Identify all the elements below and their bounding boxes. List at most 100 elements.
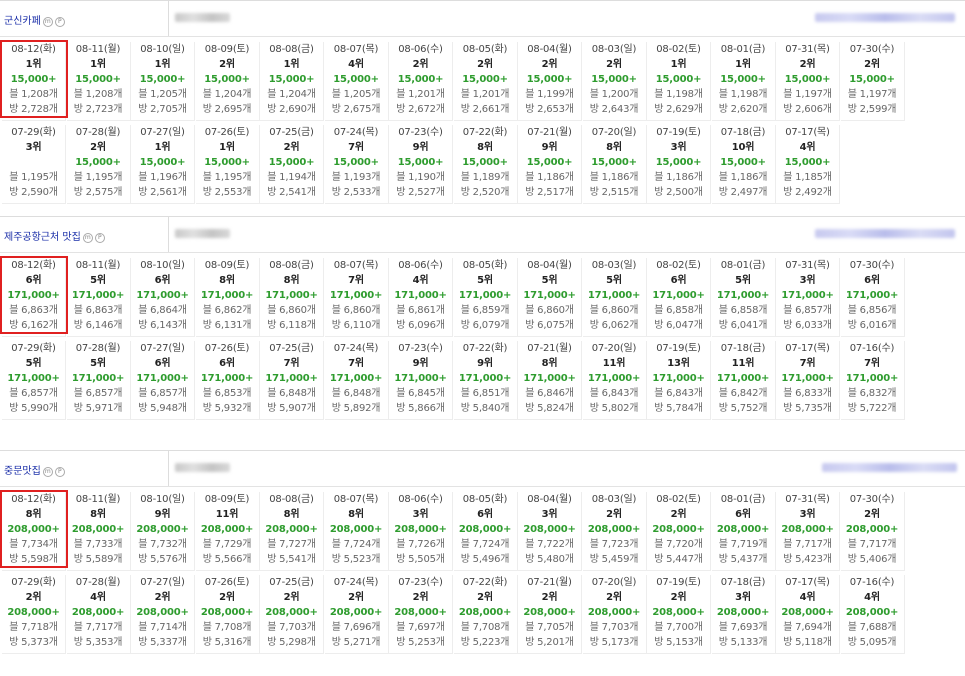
rank-cell[interactable]: 08-11(월) 8위 208,000+ 블 7,733개 방 5,589개 (66, 492, 131, 571)
cell-cafe-count: 방 5,153개 (654, 637, 703, 648)
rank-cell[interactable]: 07-19(토) 3위 15,000+ 블 1,186개 방 2,500개 (647, 125, 711, 204)
rank-cell[interactable]: 08-04(월) 3위 208,000+ 블 7,722개 방 5,480개 (518, 492, 582, 571)
rank-cell[interactable]: 07-22(화) 2위 208,000+ 블 7,708개 방 5,223개 (453, 575, 518, 654)
place-badge-icon[interactable]: P (94, 233, 105, 243)
rank-cell[interactable]: 07-26(토) 2위 208,000+ 블 7,708개 방 5,316개 (195, 575, 260, 654)
rank-cell[interactable]: 08-09(토) 11위 208,000+ 블 7,729개 방 5,566개 (195, 492, 260, 571)
rank-cell[interactable]: 08-12(화) 8위 208,000+ 블 7,734개 방 5,598개 (2, 492, 66, 571)
rank-cell[interactable]: 07-24(목) 7위 15,000+ 블 1,193개 방 2,533개 (324, 125, 389, 204)
rank-cell[interactable]: 08-01(금) 1위 15,000+ 블 1,198개 방 2,620개 (711, 42, 776, 121)
rank-cell[interactable]: 08-06(수) 4위 171,000+ 블 6,861개 방 6,096개 (389, 258, 453, 337)
place-badge-icon[interactable]: P (54, 17, 65, 27)
rank-cell[interactable]: 08-07(목) 7위 171,000+ 블 6,860개 방 6,110개 (324, 258, 389, 337)
rank-cell[interactable]: 08-03(일) 2위 15,000+ 블 1,200개 방 2,643개 (582, 42, 647, 121)
rank-cell[interactable]: 07-23(수) 2위 208,000+ 블 7,697개 방 5,253개 (389, 575, 453, 654)
rank-cell[interactable]: 07-28(월) 5위 171,000+ 블 6,857개 방 5,971개 (66, 341, 131, 420)
rank-cell[interactable]: 08-01(금) 5위 171,000+ 블 6,858개 방 6,041개 (711, 258, 776, 337)
mobile-badge-icon[interactable]: m (42, 17, 53, 27)
rank-cell[interactable]: 08-03(일) 2위 208,000+ 블 7,723개 방 5,459개 (582, 492, 647, 571)
keyword-link[interactable]: 중문맛집 m P (4, 462, 65, 477)
rank-cell[interactable]: 08-05(화) 6위 208,000+ 블 7,724개 방 5,496개 (453, 492, 518, 571)
rank-cell[interactable]: 07-24(목) 7위 171,000+ 블 6,848개 방 5,892개 (324, 341, 389, 420)
cell-search-volume: 171,000+ (652, 290, 705, 301)
cell-cafe-count: 방 2,517개 (525, 187, 574, 198)
mobile-badge-icon[interactable]: m (82, 233, 93, 243)
rank-cell[interactable]: 07-27(일) 2위 208,000+ 블 7,714개 방 5,337개 (131, 575, 195, 654)
rank-cell[interactable]: 08-09(토) 8위 171,000+ 블 6,862개 방 6,131개 (195, 258, 260, 337)
rank-cell[interactable]: 08-07(목) 8위 208,000+ 블 7,724개 방 5,523개 (324, 492, 389, 571)
rank-cell[interactable]: 07-17(목) 4위 208,000+ 블 7,694개 방 5,118개 (776, 575, 840, 654)
rank-cell[interactable]: 07-18(금) 10위 15,000+ 블 1,186개 방 2,497개 (711, 125, 776, 204)
rank-cell[interactable]: 07-21(월) 8위 171,000+ 블 6,846개 방 5,824개 (518, 341, 582, 420)
rank-cell[interactable]: 07-27(일) 6위 171,000+ 블 6,857개 방 5,948개 (131, 341, 195, 420)
rank-cell[interactable]: 08-09(토) 2위 15,000+ 블 1,204개 방 2,695개 (195, 42, 260, 121)
rank-cell[interactable]: 08-04(월) 2위 15,000+ 블 1,199개 방 2,653개 (518, 42, 582, 121)
rank-cell[interactable]: 07-20(일) 11위 171,000+ 블 6,843개 방 5,802개 (582, 341, 647, 420)
rank-cell[interactable]: 08-08(금) 1위 15,000+ 블 1,204개 방 2,690개 (260, 42, 324, 121)
rank-cell[interactable]: 07-17(목) 7위 171,000+ 블 6,833개 방 5,735개 (776, 341, 840, 420)
rank-cell[interactable]: 07-18(금) 11위 171,000+ 블 6,842개 방 5,752개 (711, 341, 776, 420)
rank-cell[interactable]: 07-24(목) 2위 208,000+ 블 7,696개 방 5,271개 (324, 575, 389, 654)
rank-cell[interactable]: 07-31(목) 3위 171,000+ 블 6,857개 방 6,033개 (776, 258, 840, 337)
rank-cell[interactable]: 08-11(월) 5위 171,000+ 블 6,863개 방 6,146개 (66, 258, 131, 337)
rank-cell[interactable]: 07-23(수) 9위 171,000+ 블 6,845개 방 5,866개 (389, 341, 453, 420)
place-badge-icon[interactable]: P (54, 467, 65, 477)
rank-cell[interactable]: 08-02(토) 1위 15,000+ 블 1,198개 방 2,629개 (647, 42, 711, 121)
rank-cell[interactable]: 08-02(토) 2위 208,000+ 블 7,720개 방 5,447개 (647, 492, 711, 571)
rank-cell[interactable]: 07-29(화) 5위 171,000+ 블 6,857개 방 5,990개 (2, 341, 66, 420)
rank-cell[interactable]: 08-04(월) 5위 171,000+ 블 6,860개 방 6,075개 (518, 258, 582, 337)
rank-cell[interactable]: 07-31(목) 2위 15,000+ 블 1,197개 방 2,606개 (776, 42, 840, 121)
rank-cell[interactable]: 07-16(수) 7위 171,000+ 블 6,832개 방 5,722개 (840, 341, 905, 420)
rank-cell[interactable]: 07-17(목) 4위 15,000+ 블 1,185개 방 2,492개 (776, 125, 840, 204)
rank-cell[interactable]: 07-30(수) 2위 208,000+ 블 7,717개 방 5,406개 (840, 492, 905, 571)
rank-cell[interactable]: 07-21(월) 2위 208,000+ 블 7,705개 방 5,201개 (518, 575, 582, 654)
rank-cell[interactable]: 08-11(월) 1위 15,000+ 블 1,208개 방 2,723개 (66, 42, 131, 121)
rank-cell[interactable]: 07-26(토) 1위 15,000+ 블 1,195개 방 2,553개 (195, 125, 260, 204)
rank-cell[interactable]: 08-05(화) 2위 15,000+ 블 1,201개 방 2,661개 (453, 42, 518, 121)
rank-cell[interactable]: 08-10(일) 1위 15,000+ 블 1,205개 방 2,705개 (131, 42, 195, 121)
rank-cell[interactable]: 08-08(금) 8위 208,000+ 블 7,727개 방 5,541개 (260, 492, 324, 571)
rank-cell[interactable]: 07-18(금) 3위 208,000+ 블 7,693개 방 5,133개 (711, 575, 776, 654)
rank-cell[interactable]: 07-30(수) 2위 15,000+ 블 1,197개 방 2,599개 (840, 42, 905, 121)
rank-cell[interactable]: 08-05(화) 5위 171,000+ 블 6,859개 방 6,079개 (453, 258, 518, 337)
rank-cell[interactable]: 08-12(화) 6위 171,000+ 블 6,863개 방 6,162개 (2, 258, 66, 337)
rank-cell[interactable]: 07-31(목) 3위 208,000+ 블 7,717개 방 5,423개 (776, 492, 840, 571)
cell-cafe-count: 방 5,118개 (783, 637, 832, 648)
rank-cell[interactable]: 08-08(금) 8위 171,000+ 블 6,860개 방 6,118개 (260, 258, 324, 337)
rank-cell[interactable]: 07-29(화) 3위 블 1,195개 방 2,590개 (2, 125, 66, 204)
mobile-badge-icon[interactable]: m (42, 467, 53, 477)
cell-search-volume: 171,000+ (136, 373, 189, 384)
rank-cell[interactable]: 08-03(일) 5위 171,000+ 블 6,860개 방 6,062개 (582, 258, 647, 337)
rank-cell[interactable]: 08-06(수) 3위 208,000+ 블 7,726개 방 5,505개 (389, 492, 453, 571)
rank-cell[interactable]: 08-07(목) 4위 15,000+ 블 1,205개 방 2,675개 (324, 42, 389, 121)
rank-cell[interactable]: 07-26(토) 6위 171,000+ 블 6,853개 방 5,932개 (195, 341, 260, 420)
rank-cell[interactable]: 07-20(일) 8위 15,000+ 블 1,186개 방 2,515개 (582, 125, 647, 204)
rank-cell[interactable]: 07-29(화) 2위 208,000+ 블 7,718개 방 5,373개 (2, 575, 66, 654)
rank-cell[interactable]: 08-10(일) 6위 171,000+ 블 6,864개 방 6,143개 (131, 258, 195, 337)
rank-cell[interactable]: 07-25(금) 2위 15,000+ 블 1,194개 방 2,541개 (260, 125, 324, 204)
rank-cell[interactable]: 07-22(화) 8위 15,000+ 블 1,189개 방 2,520개 (453, 125, 518, 204)
cell-cafe-count: 방 6,143개 (138, 320, 187, 331)
rank-cell[interactable]: 07-28(월) 4위 208,000+ 블 7,717개 방 5,353개 (66, 575, 131, 654)
rank-cell[interactable]: 07-28(월) 2위 15,000+ 블 1,195개 방 2,575개 (66, 125, 131, 204)
rank-cell[interactable]: 08-10(일) 9위 208,000+ 블 7,732개 방 5,576개 (131, 492, 195, 571)
keyword-label: 군신카페 (4, 16, 41, 27)
rank-cell[interactable]: 08-01(금) 6위 208,000+ 블 7,719개 방 5,437개 (711, 492, 776, 571)
rank-cell[interactable]: 08-02(토) 6위 171,000+ 블 6,858개 방 6,047개 (647, 258, 711, 337)
rank-cell[interactable]: 07-16(수) 4위 208,000+ 블 7,688개 방 5,095개 (840, 575, 905, 654)
keyword-link[interactable]: 제주공항근처 맛집 m P (4, 228, 105, 243)
cell-blog-count: 블 1,205개 (331, 89, 381, 100)
rank-cell[interactable]: 07-25(금) 2위 208,000+ 블 7,703개 방 5,298개 (260, 575, 324, 654)
rank-cell[interactable]: 07-19(토) 13위 171,000+ 블 6,843개 방 5,784개 (647, 341, 711, 420)
rank-cell[interactable]: 07-25(금) 7위 171,000+ 블 6,848개 방 5,907개 (260, 341, 324, 420)
rank-cell[interactable]: 08-06(수) 2위 15,000+ 블 1,201개 방 2,672개 (389, 42, 453, 121)
rank-cell[interactable]: 07-30(수) 6위 171,000+ 블 6,856개 방 6,016개 (840, 258, 905, 337)
rank-cell[interactable]: 07-19(토) 2위 208,000+ 블 7,700개 방 5,153개 (647, 575, 711, 654)
rank-cell[interactable]: 08-12(화) 1위 15,000+ 블 1,208개 방 2,728개 (2, 42, 66, 121)
keyword-link[interactable]: 군신카페 m P (4, 12, 65, 27)
rank-cell[interactable]: 07-27(일) 1위 15,000+ 블 1,196개 방 2,561개 (131, 125, 195, 204)
rank-cell[interactable]: 07-21(월) 9위 15,000+ 블 1,186개 방 2,517개 (518, 125, 582, 204)
rank-cell[interactable]: 07-22(화) 9위 171,000+ 블 6,851개 방 5,840개 (453, 341, 518, 420)
rank-cell[interactable]: 07-20(일) 2위 208,000+ 블 7,703개 방 5,173개 (582, 575, 647, 654)
rank-cell[interactable]: 07-23(수) 9위 15,000+ 블 1,190개 방 2,527개 (389, 125, 453, 204)
